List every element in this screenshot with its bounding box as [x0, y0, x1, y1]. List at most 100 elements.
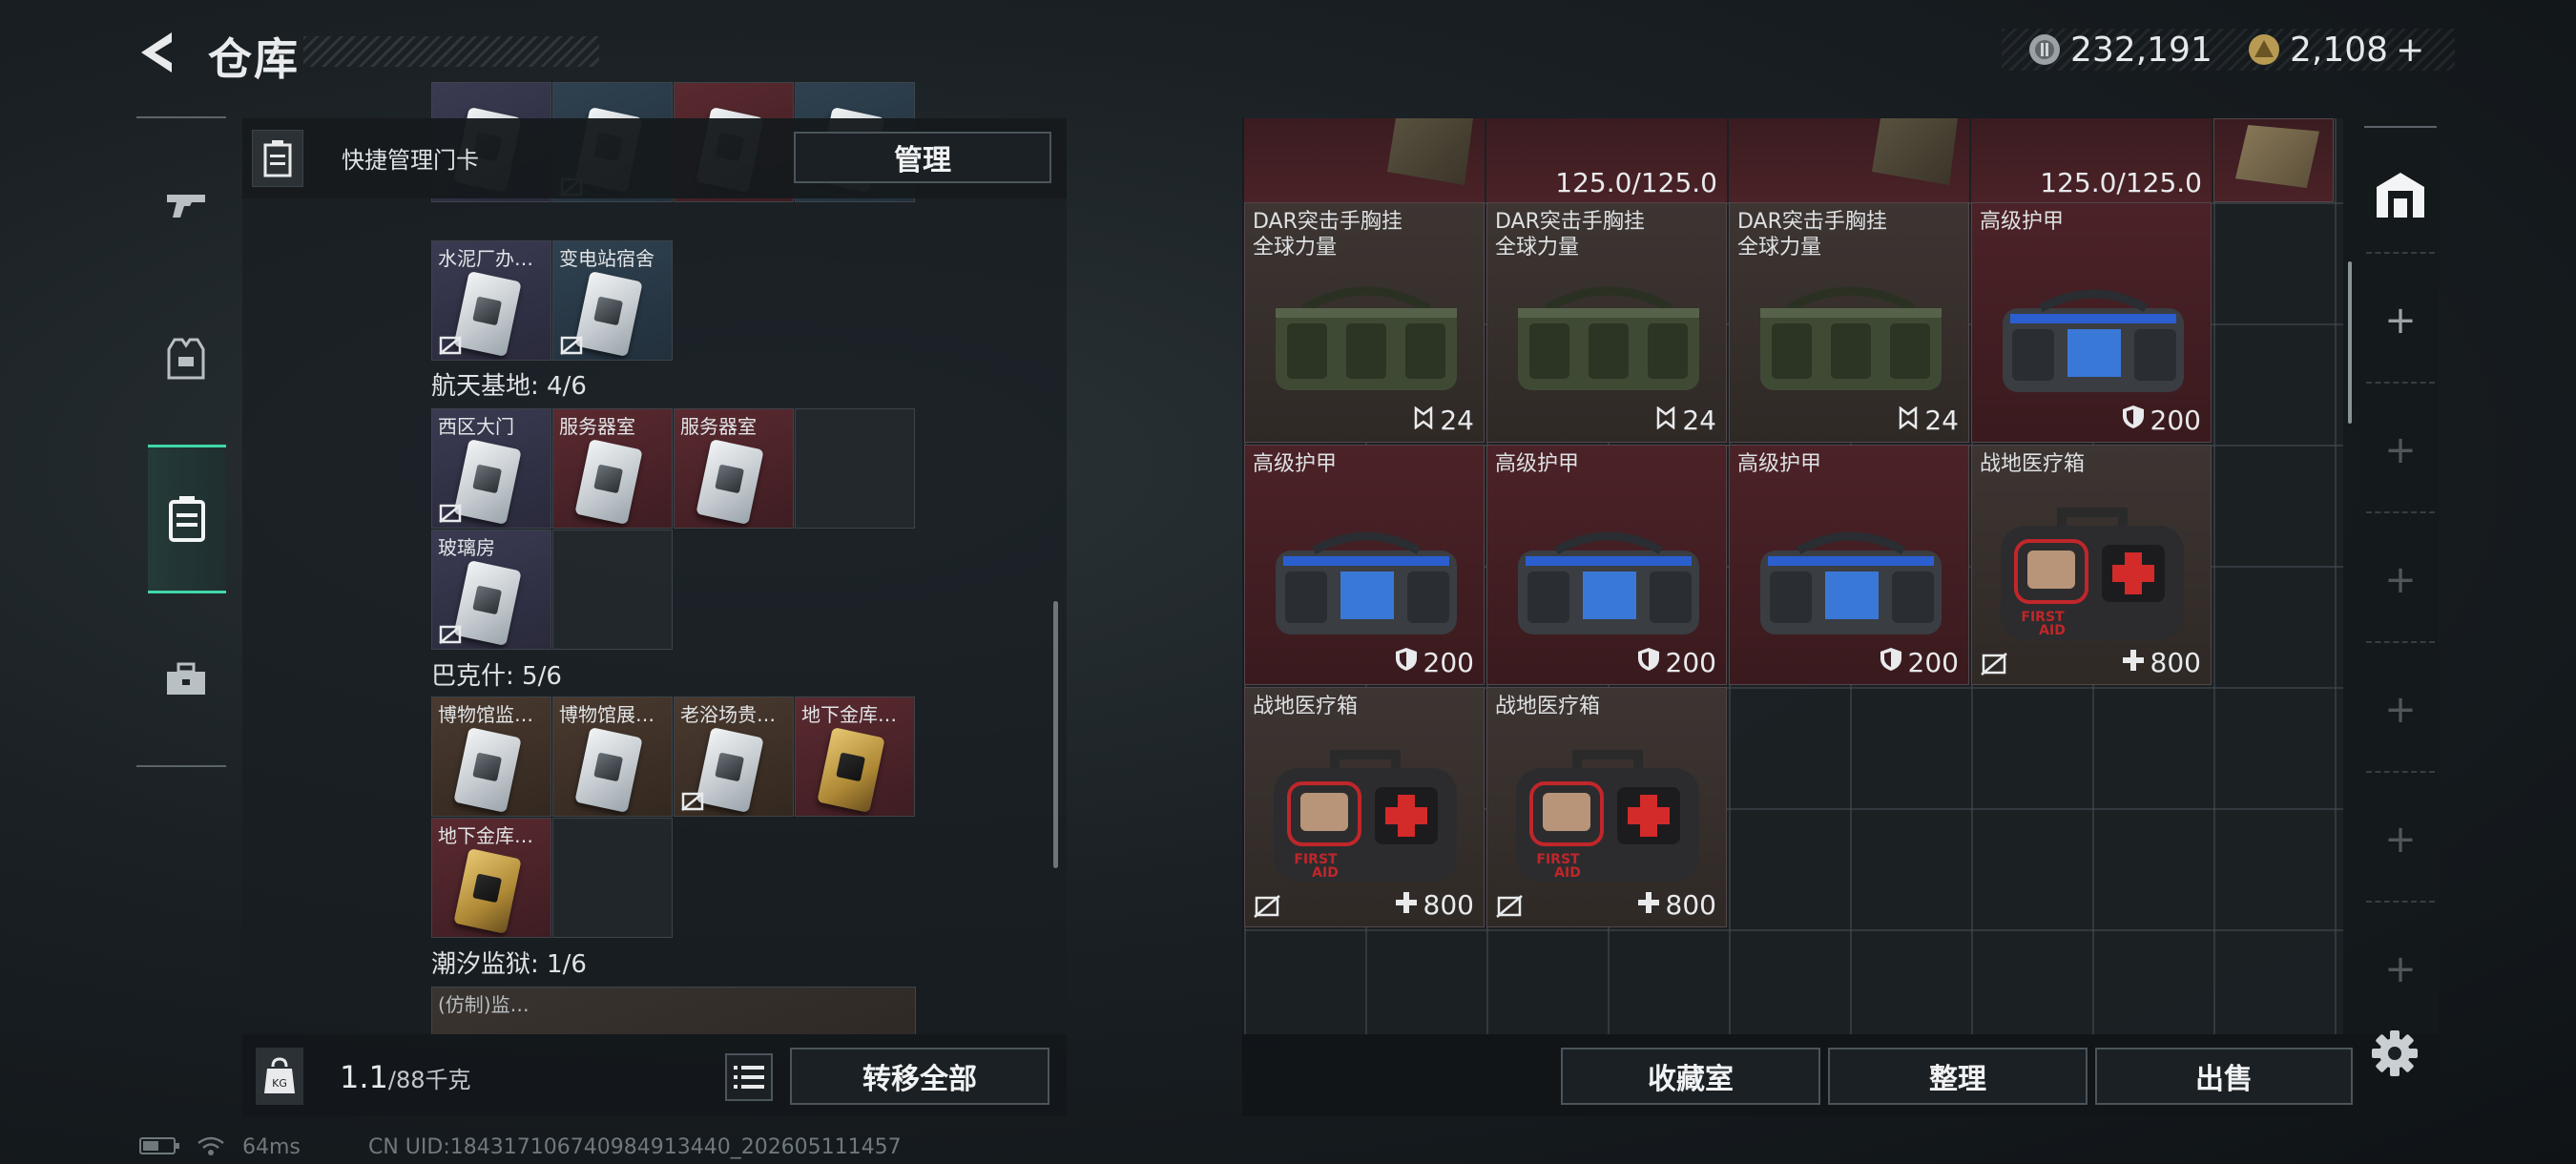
- inventory-item-partial[interactable]: [2213, 118, 2334, 202]
- keycard-slot[interactable]: 服务器室: [674, 408, 794, 529]
- no-link-icon: [1981, 653, 2007, 676]
- nav-top-divider: [136, 116, 226, 118]
- keycard-label: 变电站宿舍: [559, 247, 654, 270]
- inventory-item-partial[interactable]: 125.0/125.0: [1486, 118, 1727, 202]
- nav-keycards[interactable]: [148, 445, 226, 593]
- inventory-item-partial[interactable]: [1729, 118, 1969, 202]
- chest-rig-image: [1276, 286, 1457, 390]
- keycard-slot[interactable]: (仿制)监…: [431, 987, 916, 1034]
- keycard-label: 服务器室: [559, 415, 635, 438]
- keycard-slot-empty[interactable]: [552, 818, 673, 938]
- silver-coin-icon: [2029, 34, 2060, 65]
- keycard-slot[interactable]: 服务器室: [552, 408, 673, 529]
- no-link-icon: [1254, 895, 1280, 918]
- inventory-item-partial[interactable]: [1244, 118, 1485, 202]
- keycard-label: 老浴场贵…: [680, 703, 776, 726]
- no-link-icon: [1496, 895, 1523, 918]
- inventory-item-partial[interactable]: 125.0/125.0: [1971, 118, 2212, 202]
- inventory-item[interactable]: FIRST AID 战地医疗箱 800: [1971, 445, 2212, 685]
- item-name: 高级护甲: [1253, 452, 1338, 476]
- inventory-item[interactable]: 高级护甲 200: [1729, 445, 1969, 685]
- item-name: DAR突击手胸挂 全球力量: [1253, 210, 1402, 260]
- gold-currency[interactable]: 2,108 +: [2248, 29, 2424, 71]
- keycard-case-header-icon: [252, 130, 303, 187]
- keycard-slot[interactable]: 玻璃房: [431, 530, 551, 650]
- keycard-slot-empty[interactable]: [795, 408, 915, 529]
- item-name: 战地医疗箱: [1980, 452, 2086, 476]
- svg-text:AID: AID: [1554, 865, 1581, 881]
- nav-tools[interactable]: [148, 641, 224, 717]
- list-view-button[interactable]: [725, 1053, 773, 1101]
- keycard-label: 博物馆监…: [438, 703, 533, 726]
- section-title-bakhsh: 巴克什: 5/6: [431, 662, 562, 691]
- inventory-item[interactable]: DAR突击手胸挂 全球力量 24: [1729, 202, 1969, 443]
- item-name: DAR突击手胸挂 全球力量: [1737, 210, 1887, 260]
- left-scrollbar[interactable]: [1053, 601, 1058, 868]
- sort-button[interactable]: 整理: [1828, 1048, 2088, 1105]
- shield-icon: [2122, 405, 2150, 436]
- no-link-icon: [681, 792, 704, 811]
- add-storage-plus[interactable]: +: [2364, 931, 2437, 1008]
- armor-bag-image: [2003, 289, 2184, 392]
- inventory-item[interactable]: DAR突击手胸挂 全球力量 24: [1244, 202, 1485, 443]
- item-stat: 24: [1898, 405, 1959, 436]
- keycard-slot[interactable]: 博物馆展…: [552, 696, 673, 817]
- heal-plus-icon: [1395, 889, 1423, 921]
- keycard-case-icon: [169, 496, 205, 542]
- manage-button[interactable]: 管理: [794, 132, 1051, 183]
- battery-icon: [139, 1135, 181, 1162]
- weight-readout: 1.1/88千克: [340, 1059, 471, 1095]
- armor-bag-image: [1518, 531, 1699, 634]
- keycard-slot[interactable]: 博物馆监…: [431, 696, 551, 817]
- nav-armor[interactable]: [148, 321, 224, 397]
- ping-text: 64ms: [242, 1135, 301, 1159]
- keycard-slot[interactable]: 老浴场贵…: [674, 696, 794, 817]
- add-storage-plus[interactable]: +: [2364, 412, 2437, 488]
- shield-icon: [1880, 647, 1908, 678]
- keycard-slot-empty[interactable]: [552, 530, 673, 650]
- warehouse-tab[interactable]: [2364, 158, 2437, 231]
- add-storage-plus[interactable]: +: [2364, 542, 2437, 618]
- item-stat: 200: [1880, 647, 1959, 678]
- item-name: 高级护甲: [1980, 210, 2065, 234]
- add-storage-plus[interactable]: +: [2364, 282, 2437, 359]
- inventory-item[interactable]: 高级护甲 200: [1244, 445, 1485, 685]
- capacity-icon: [1655, 405, 1682, 436]
- nav-weapons[interactable]: [148, 166, 224, 242]
- sell-button[interactable]: 出售: [2095, 1048, 2353, 1105]
- warehouse-icon: [2377, 173, 2424, 218]
- keycard-slot[interactable]: 地下金库…: [431, 818, 551, 938]
- inventory-item[interactable]: 高级护甲 200: [1486, 445, 1727, 685]
- medkit-image: FIRSTAID: [1516, 750, 1699, 883]
- inventory-item[interactable]: 高级护甲 200: [1971, 202, 2212, 443]
- armor-bag-image: [1276, 531, 1457, 634]
- gold-amount: 2,108: [2290, 30, 2389, 70]
- settings-gear-icon[interactable]: [2366, 1025, 2423, 1082]
- keycard-slot[interactable]: 西区大门: [431, 408, 551, 529]
- add-storage-plus[interactable]: +: [2364, 801, 2437, 878]
- weight-current: 1.1: [340, 1059, 388, 1095]
- durability-text: 125.0/125.0: [2040, 167, 2202, 198]
- silver-amount: 232,191: [2070, 30, 2212, 70]
- inventory-item[interactable]: FIRST AID 战地医疗箱 800: [1486, 687, 1727, 927]
- medkit-image: FIRSTAID: [2001, 508, 2184, 640]
- keycard-slot[interactable]: 地下金库…: [795, 696, 915, 817]
- chest-rig-image: [1760, 286, 1942, 390]
- keycard-label: 玻璃房: [438, 536, 495, 559]
- sidebar-divider: [2366, 382, 2435, 384]
- right-scrollbar[interactable]: [2348, 261, 2352, 424]
- item-name: 战地医疗箱: [1495, 695, 1601, 718]
- add-currency-plus[interactable]: +: [2396, 31, 2424, 70]
- gun-icon: [167, 195, 205, 218]
- transfer-all-button[interactable]: 转移全部: [790, 1048, 1049, 1105]
- sidebar-divider: [2366, 901, 2435, 903]
- inventory-item[interactable]: FIRST AID 战地医疗箱 800: [1244, 687, 1485, 927]
- inventory-item[interactable]: DAR突击手胸挂 全球力量 24: [1486, 202, 1727, 443]
- keycard-slot[interactable]: 水泥厂办…: [431, 240, 551, 361]
- item-stat: 200: [1395, 647, 1474, 678]
- no-link-icon: [439, 504, 462, 523]
- collection-room-button[interactable]: 收藏室: [1561, 1048, 1820, 1105]
- keycard-slot[interactable]: 变电站宿舍: [552, 240, 673, 361]
- add-storage-plus[interactable]: +: [2364, 672, 2437, 748]
- back-arrow-icon[interactable]: [134, 27, 185, 78]
